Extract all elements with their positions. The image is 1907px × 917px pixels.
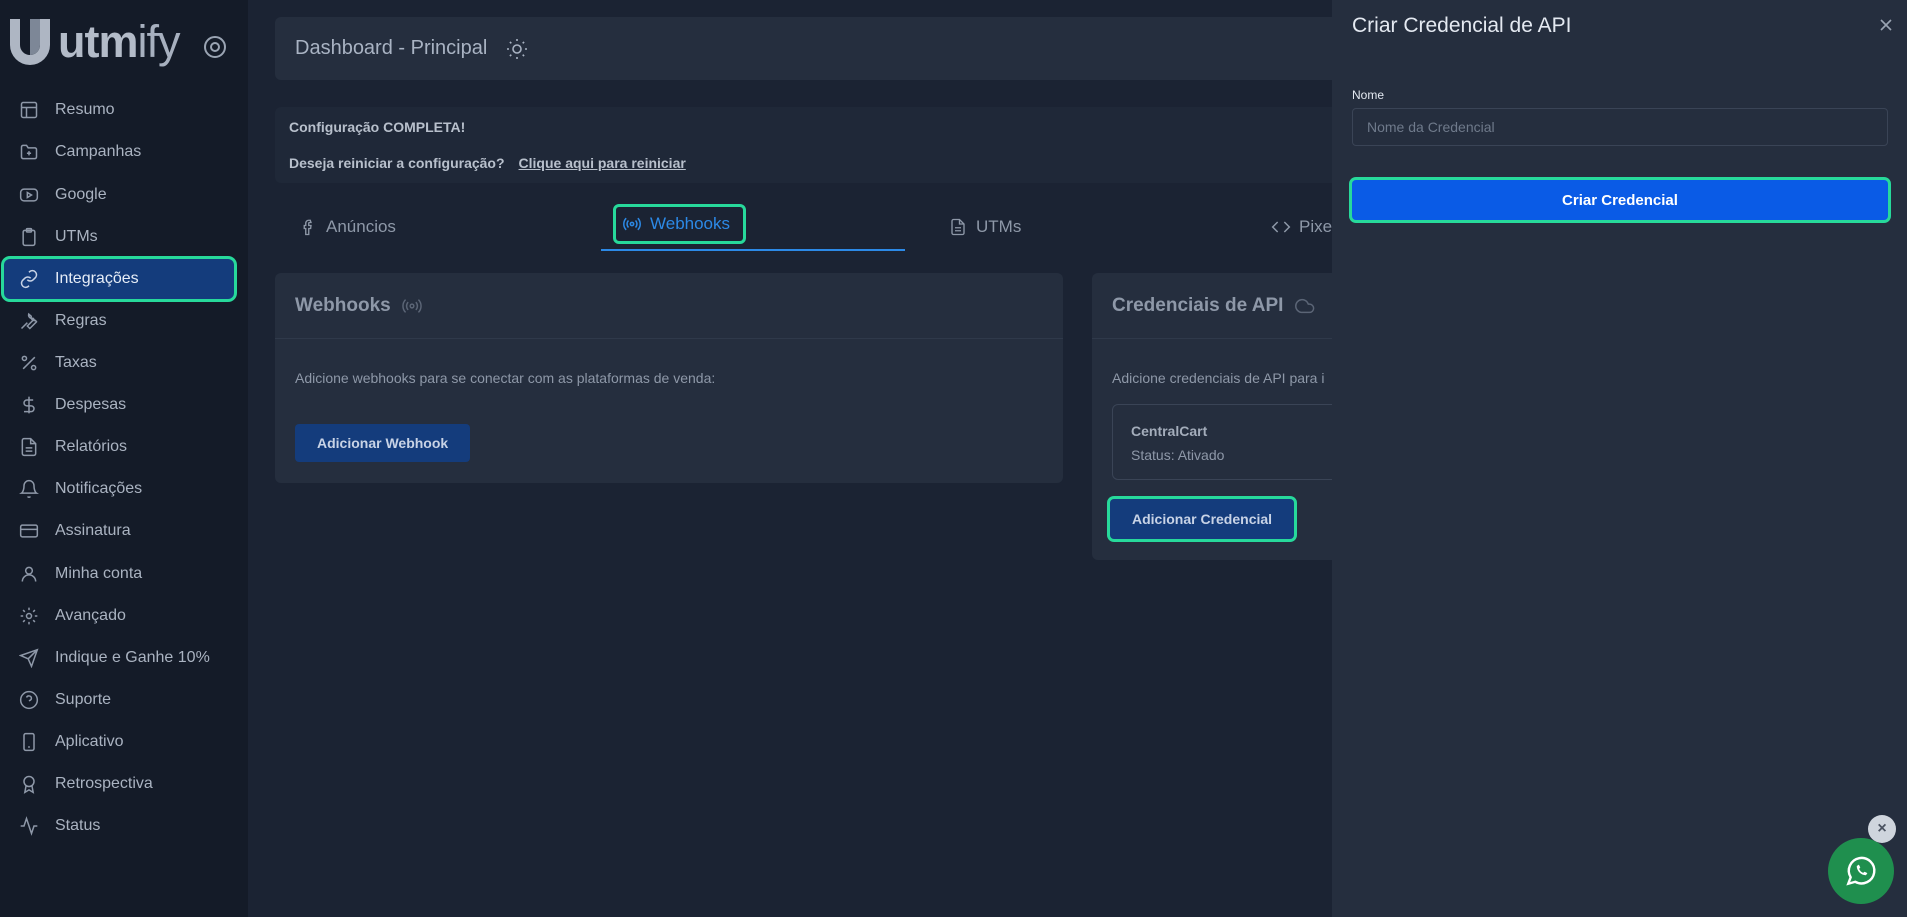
sidebar-item-label: Integrações bbox=[55, 270, 139, 287]
gear-icon bbox=[18, 605, 40, 627]
sidebar-item-utms[interactable]: UTMs bbox=[4, 217, 234, 257]
sidebar-item-minha-conta[interactable]: Minha conta bbox=[4, 554, 234, 594]
sidebar-item-label: Regras bbox=[55, 312, 107, 329]
sidebar-item-retrospectiva[interactable]: Retrospectiva bbox=[4, 764, 234, 804]
tab-pixel[interactable]: Pixe bbox=[1271, 207, 1332, 247]
sidebar-item-label: Aplicativo bbox=[55, 733, 124, 750]
whatsapp-icon bbox=[1846, 856, 1876, 886]
sidebar-item-taxas[interactable]: Taxas bbox=[4, 343, 234, 383]
close-icon[interactable] bbox=[1876, 15, 1896, 35]
wrench-icon bbox=[18, 310, 40, 332]
sidebar-item-label: Assinatura bbox=[55, 522, 131, 539]
facebook-icon bbox=[298, 217, 318, 237]
cloud-icon bbox=[1293, 295, 1315, 317]
sidebar-item-despesas[interactable]: Despesas bbox=[4, 385, 234, 425]
sidebar-item-aplicativo[interactable]: Aplicativo bbox=[4, 722, 234, 762]
code-icon bbox=[1271, 217, 1291, 237]
sidebar-item-label: Suporte bbox=[55, 691, 112, 708]
sun-icon[interactable] bbox=[505, 37, 529, 61]
broadcast-icon bbox=[401, 295, 423, 317]
sidebar-item-label: Minha conta bbox=[55, 565, 143, 582]
create-credential-button[interactable]: Criar Credencial bbox=[1352, 180, 1888, 220]
credit-card-icon bbox=[18, 520, 40, 542]
tab-utms[interactable]: UTMs bbox=[948, 207, 1021, 247]
drawer-title: Criar Credencial de API bbox=[1352, 14, 1572, 37]
tab-label: UTMs bbox=[976, 217, 1022, 236]
smartphone-icon bbox=[18, 731, 40, 753]
sidebar-item-regras[interactable]: Regras bbox=[4, 301, 234, 341]
tab-anuncios[interactable]: Anúncios bbox=[298, 207, 396, 247]
percent-icon bbox=[18, 352, 40, 374]
layout-icon bbox=[18, 99, 40, 121]
broadcast-icon bbox=[622, 214, 642, 234]
sidebar-item-relatorios[interactable]: Relatórios bbox=[4, 427, 234, 467]
credential-name: CentralCart bbox=[1131, 423, 1208, 439]
tab-label: Pixe bbox=[1299, 217, 1333, 236]
sidebar-item-label: Despesas bbox=[55, 396, 127, 413]
sidebar-item-label: Status bbox=[55, 817, 101, 834]
logo-text: utmify bbox=[58, 15, 180, 67]
logo[interactable]: utmify bbox=[6, 16, 180, 66]
api-credentials-description: Adicione credenciais de API para i bbox=[1112, 370, 1325, 386]
sidebar-item-label: Google bbox=[55, 186, 107, 203]
sidebar-item-status[interactable]: Status bbox=[4, 806, 234, 846]
award-icon bbox=[18, 773, 40, 795]
target-icon[interactable] bbox=[202, 34, 228, 60]
sidebar-item-resumo[interactable]: Resumo bbox=[4, 90, 234, 130]
link-icon bbox=[18, 268, 40, 290]
sidebar-item-label: Relatórios bbox=[55, 438, 128, 455]
tab-label: Webhooks bbox=[650, 214, 731, 233]
restart-config-link[interactable]: Clique aqui para reiniciar bbox=[519, 155, 686, 171]
sidebar-item-notificacoes[interactable]: Notificações bbox=[4, 469, 234, 509]
page-title: Dashboard - Principal bbox=[295, 37, 488, 59]
whatsapp-button[interactable] bbox=[1828, 838, 1894, 904]
sidebar-item-google[interactable]: Google bbox=[4, 175, 234, 215]
tab-active-underline bbox=[601, 249, 905, 251]
user-icon bbox=[18, 563, 40, 585]
sidebar-item-label: Indique e Ganhe 10% bbox=[55, 649, 210, 666]
sidebar-item-label: Notificações bbox=[55, 480, 143, 497]
sidebar-item-integracoes[interactable]: Integrações bbox=[4, 259, 234, 299]
add-webhook-button[interactable]: Adicionar Webhook bbox=[295, 424, 471, 462]
credential-status: Status: Ativado bbox=[1131, 447, 1225, 463]
sidebar-item-label: Campanhas bbox=[55, 143, 142, 160]
sidebar-item-label: UTMs bbox=[55, 228, 98, 245]
create-credential-drawer: Criar Credencial de API Nome Criar Crede… bbox=[1332, 0, 1907, 917]
youtube-icon bbox=[18, 184, 40, 206]
sidebar-item-label: Resumo bbox=[55, 101, 115, 118]
tab-label: Anúncios bbox=[326, 217, 396, 236]
sidebar-item-label: Taxas bbox=[55, 354, 97, 371]
config-question: Deseja reiniciar a configuração? bbox=[289, 155, 505, 171]
add-credential-button[interactable]: Adicionar Credencial bbox=[1110, 499, 1295, 539]
sidebar-item-assinatura[interactable]: Assinatura bbox=[4, 511, 234, 551]
tab-webhooks[interactable]: Webhooks bbox=[622, 204, 730, 244]
webhooks-card-title: Webhooks bbox=[295, 294, 391, 316]
sidebar-item-label: Retrospectiva bbox=[55, 775, 153, 792]
whatsapp-close-button[interactable]: × bbox=[1868, 815, 1896, 843]
utmify-logo-icon bbox=[10, 19, 50, 65]
bell-icon bbox=[18, 478, 40, 500]
webhooks-card-description: Adicione webhooks para se conectar com a… bbox=[295, 370, 716, 386]
document-icon bbox=[18, 436, 40, 458]
sidebar-item-avancado[interactable]: Avançado bbox=[4, 596, 234, 636]
credential-name-label: Nome bbox=[1352, 88, 1385, 102]
file-text-icon bbox=[948, 217, 968, 237]
sidebar-item-label: Avançado bbox=[55, 607, 126, 624]
activity-icon bbox=[18, 815, 40, 837]
sidebar-item-suporte[interactable]: Suporte bbox=[4, 680, 234, 720]
webhooks-card: Webhooks Adicione webhooks para se conec… bbox=[275, 273, 1063, 483]
credential-name-input[interactable] bbox=[1352, 108, 1888, 146]
clipboard-icon bbox=[18, 226, 40, 248]
dollar-icon bbox=[18, 394, 40, 416]
webhooks-card-header: Webhooks bbox=[275, 273, 1063, 339]
folder-icon bbox=[18, 141, 40, 163]
sidebar-item-campanhas[interactable]: Campanhas bbox=[4, 132, 234, 172]
send-icon bbox=[18, 647, 40, 669]
help-icon bbox=[18, 689, 40, 711]
sidebar-item-indique[interactable]: Indique e Ganhe 10% bbox=[4, 638, 234, 678]
api-credentials-title: Credenciais de API bbox=[1112, 294, 1284, 316]
sidebar: utmify Resumo Campanhas Google UTMs Inte… bbox=[0, 0, 248, 917]
